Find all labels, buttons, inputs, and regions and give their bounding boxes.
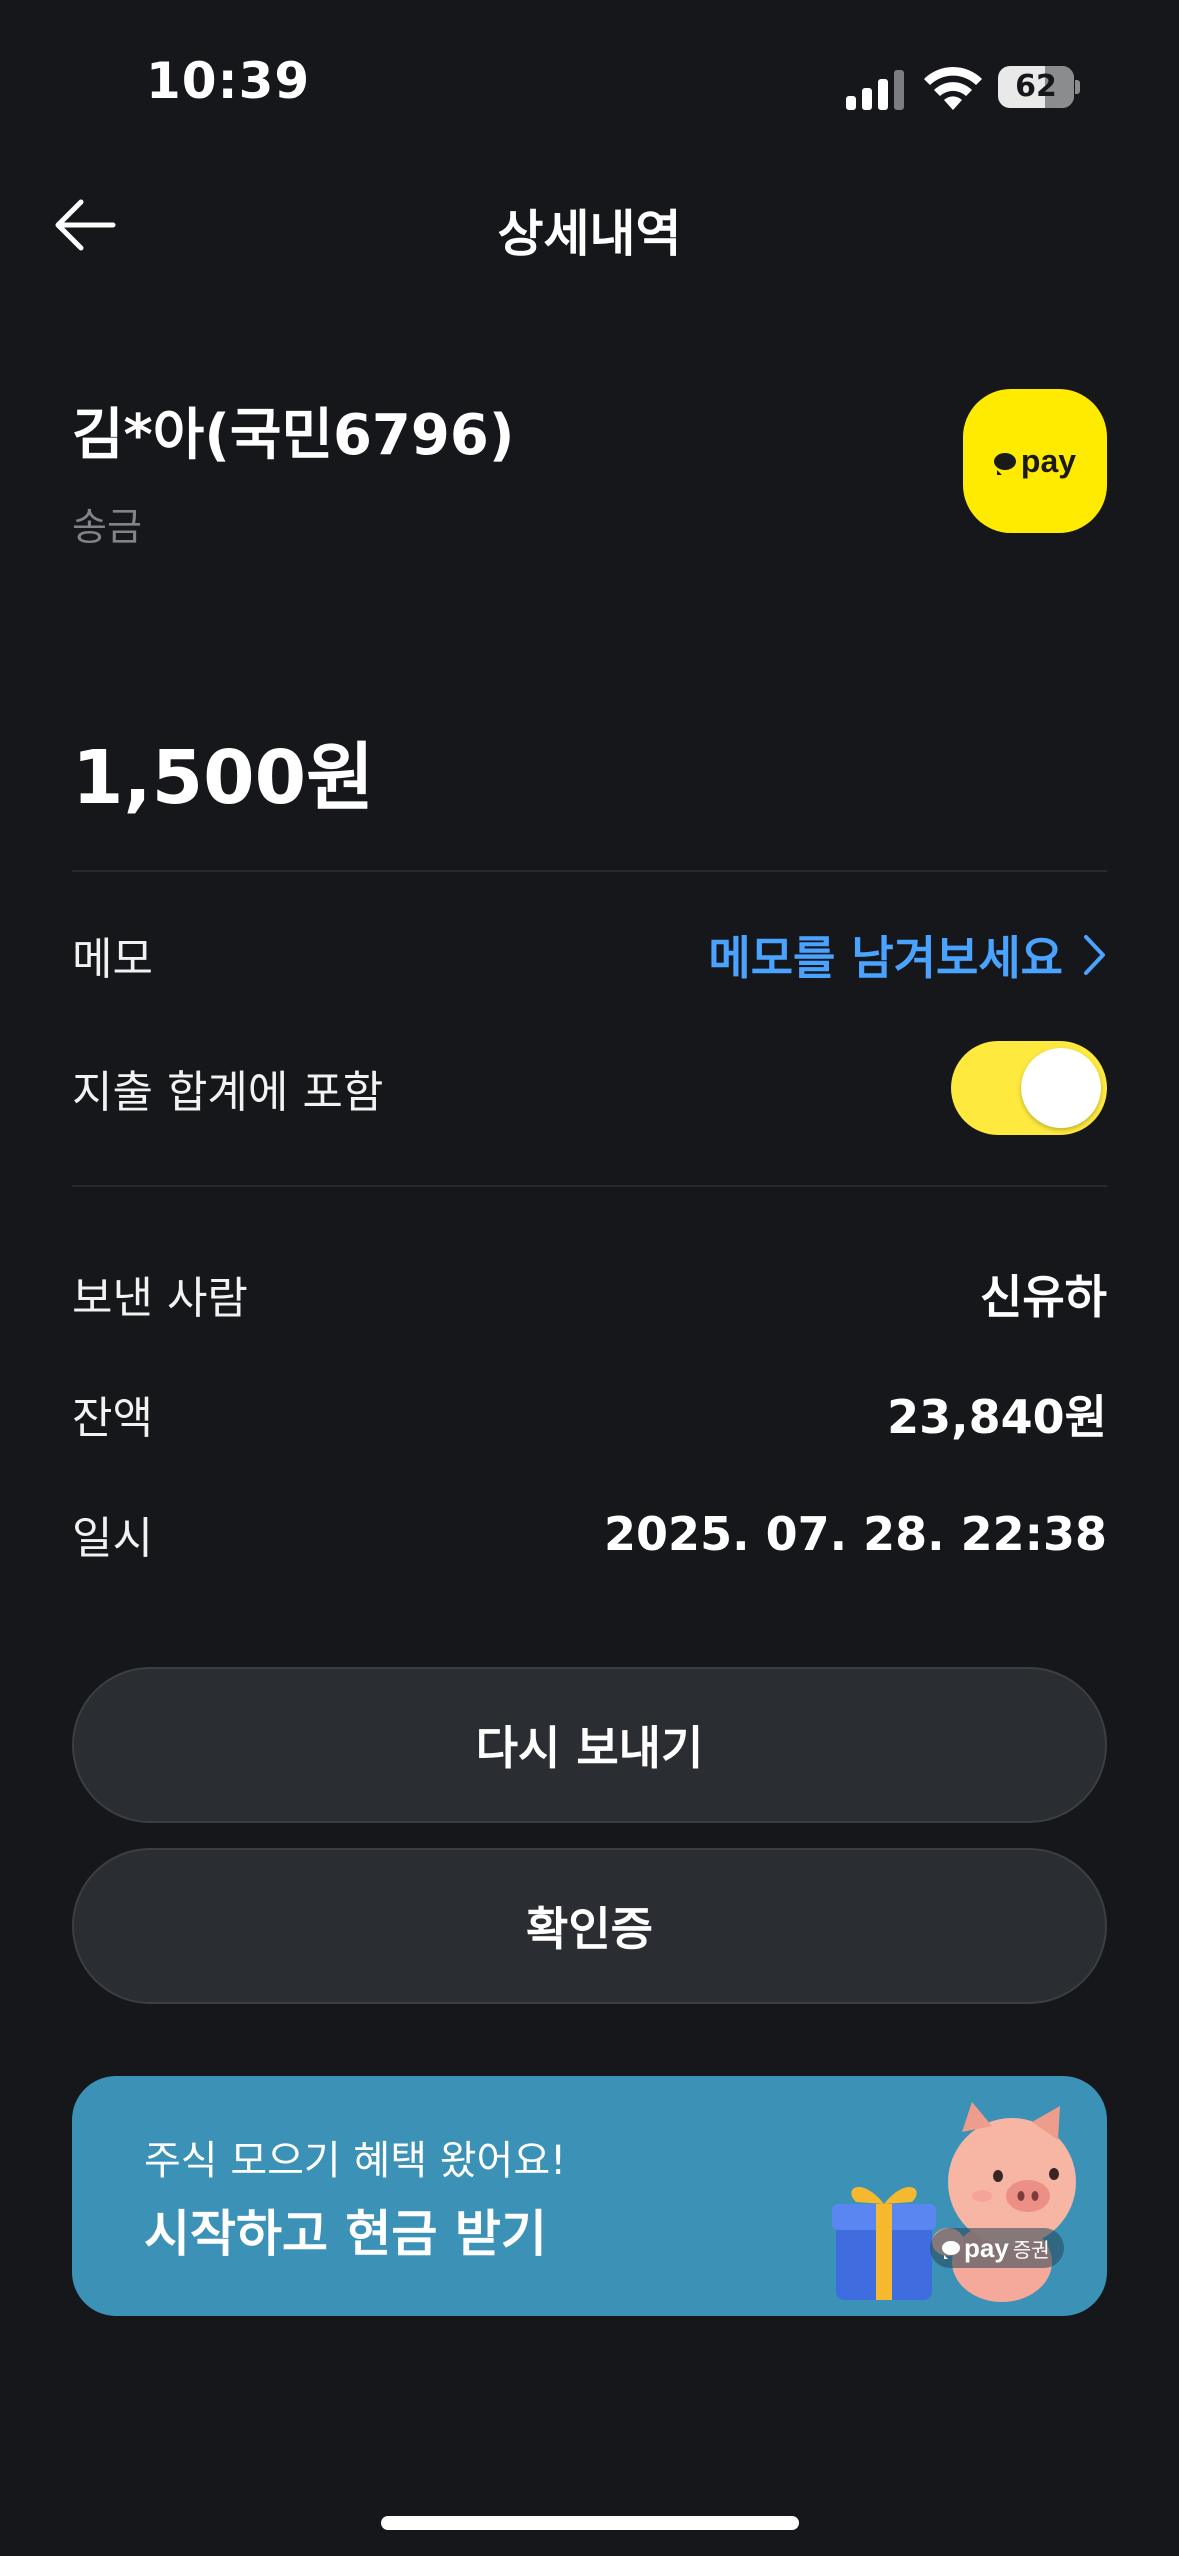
detail-label: 일시: [72, 1513, 153, 1564]
include-total-toggle[interactable]: [951, 1041, 1107, 1135]
page-title: 상세내역: [497, 205, 682, 263]
pay-securities-badge: pay 증권: [930, 2228, 1064, 2268]
detail-value: 2025. 07. 28. 22:38: [604, 1507, 1107, 1561]
divider: [72, 870, 1107, 872]
badge-pay-text: pay: [964, 2232, 1009, 2263]
detail-row-sender: 보낸 사람 신유하: [72, 1262, 1107, 1326]
battery-icon: 62: [998, 66, 1080, 108]
receipt-button[interactable]: 확인증: [72, 1848, 1107, 2004]
detail-value: 신유하: [980, 1270, 1107, 1324]
detail-row-datetime: 일시 2025. 07. 28. 22:38: [72, 1502, 1107, 1566]
toggle-knob: [1021, 1048, 1101, 1128]
transaction-type: 송금: [72, 505, 142, 549]
memo-row[interactable]: 메모 메모를 남겨보세요: [72, 920, 1107, 990]
home-indicator[interactable]: [381, 2516, 799, 2530]
transaction-amount: 1,500원: [72, 735, 375, 821]
nav-bar: 상세내역: [0, 180, 1179, 270]
divider: [72, 1185, 1107, 1187]
include-total-row: 지출 합계에 포함: [72, 1040, 1107, 1136]
chat-bubble-icon: [942, 2241, 960, 2259]
detail-label: 잔액: [72, 1393, 153, 1444]
banner-subtitle: 주식 모으기 혜택 왔어요!: [144, 2138, 567, 2184]
banner-title: 시작하고 현금 받기: [144, 2205, 547, 2263]
memo-link-text: 메모를 남겨보세요: [708, 931, 1063, 985]
battery-level: 62: [1015, 69, 1057, 104]
status-bar: 10:39 62: [0, 0, 1179, 170]
include-total-label: 지출 합계에 포함: [72, 1067, 384, 1118]
status-time: 10:39: [146, 52, 311, 110]
detail-value: 23,840원: [887, 1390, 1107, 1444]
detail-row-balance: 잔액 23,840원: [72, 1382, 1107, 1446]
pay-logo: pay: [963, 389, 1107, 533]
stock-promo-banner[interactable]: 주식 모으기 혜택 왔어요! 시작하고 현금 받기 pay 증권: [72, 2076, 1107, 2316]
piggy-gift-icon: [832, 2102, 1076, 2302]
memo-link[interactable]: 메모를 남겨보세요: [708, 922, 1107, 988]
memo-label: 메모: [72, 934, 153, 985]
counterparty-name: 김*아(국민6796): [72, 403, 515, 468]
pay-logo-text: pay: [1020, 442, 1077, 479]
badge-label: 증권: [1012, 2237, 1050, 2262]
wifi-icon: [924, 66, 982, 110]
cellular-signal-icon: [846, 70, 904, 110]
resend-button[interactable]: 다시 보내기: [72, 1667, 1107, 1823]
chevron-right-icon: [1084, 935, 1105, 975]
chat-bubble-icon: [993, 452, 1016, 475]
detail-label: 보낸 사람: [72, 1273, 248, 1324]
